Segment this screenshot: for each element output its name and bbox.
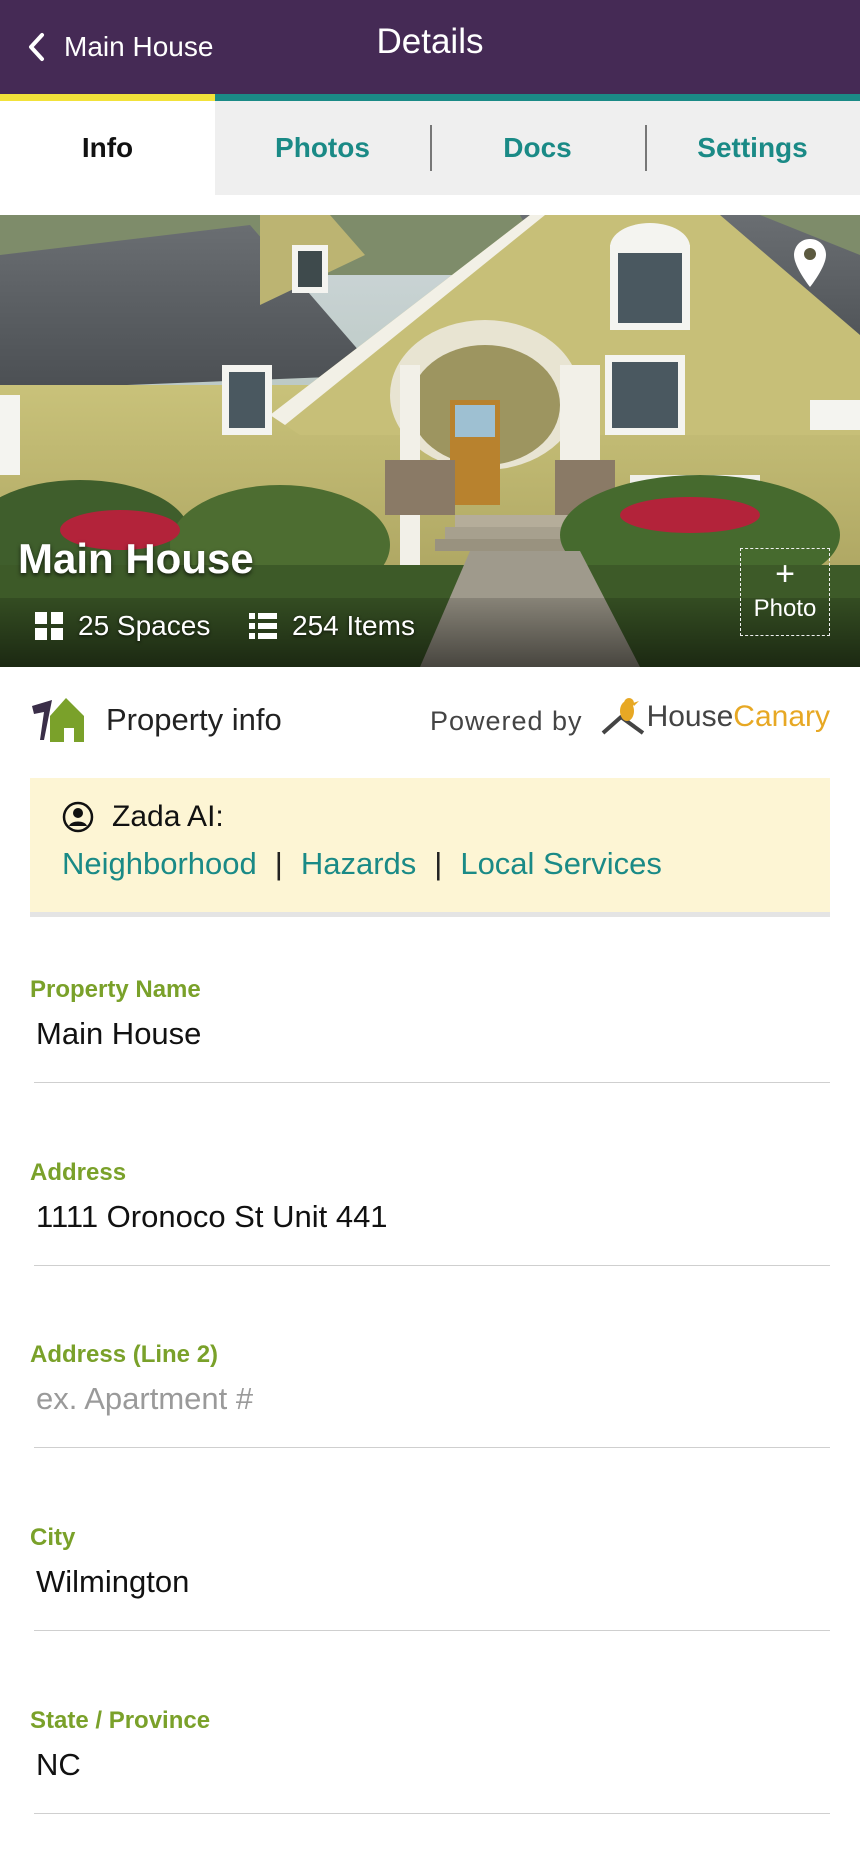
property-name-input[interactable] xyxy=(36,1016,830,1052)
tab-info-label: Info xyxy=(81,132,134,163)
tab-accent-bar xyxy=(215,94,860,101)
property-name-field: Property Name xyxy=(30,976,830,1083)
city-field: City xyxy=(30,1524,830,1631)
tab-settings-label: Settings xyxy=(697,132,808,163)
active-tab-indicator xyxy=(0,94,215,101)
address-label: Address xyxy=(30,1159,127,1186)
tab-photos[interactable]: Photos xyxy=(215,101,430,195)
housecanary-logo-icon xyxy=(601,697,644,735)
link-separator: | xyxy=(274,846,283,881)
tab-bar: Info Photos Docs Settings xyxy=(0,101,860,195)
property-logo-icon xyxy=(32,698,84,742)
add-photo-button[interactable]: + Photo xyxy=(740,548,830,636)
address-line2-label: Address (Line 2) xyxy=(30,1341,219,1368)
address-input[interactable] xyxy=(36,1199,830,1235)
brand-canary: Canary xyxy=(733,699,830,733)
field-underline xyxy=(34,1082,830,1083)
items-label: 254 Items xyxy=(292,610,415,641)
tab-settings[interactable]: Settings xyxy=(645,101,860,195)
property-name-label: Property Name xyxy=(30,976,201,1003)
state-field: State / Province xyxy=(30,1707,830,1814)
page-title: Details xyxy=(376,22,484,61)
map-pin-icon[interactable] xyxy=(792,237,828,289)
spaces-count[interactable]: 25 Spaces xyxy=(34,610,210,642)
plus-icon: + xyxy=(775,555,795,593)
tab-photos-label: Photos xyxy=(275,132,370,163)
tab-docs-label: Docs xyxy=(503,132,572,163)
tab-divider xyxy=(430,125,432,171)
powered-by-housecanary[interactable]: Powered by House Canary xyxy=(430,696,830,737)
property-title: Main House xyxy=(18,535,254,582)
address-line2-input[interactable] xyxy=(36,1381,830,1417)
zada-links: Neighborhood | Hazards | Local Services xyxy=(62,846,662,882)
link-separator: | xyxy=(434,846,443,881)
property-info-label: Property info xyxy=(106,702,282,737)
tab-divider xyxy=(645,125,647,171)
field-underline xyxy=(34,1265,830,1266)
field-underline xyxy=(34,1813,830,1814)
grid-icon xyxy=(35,612,63,640)
app-header: Main House Details xyxy=(0,0,860,94)
tab-info[interactable]: Info xyxy=(0,101,215,195)
items-count[interactable]: 254 Items xyxy=(248,610,415,642)
city-input[interactable] xyxy=(36,1564,830,1600)
spaces-label: 25 Spaces xyxy=(78,610,211,641)
field-underline xyxy=(34,1447,830,1448)
brand-house: House xyxy=(646,699,734,733)
tab-docs[interactable]: Docs xyxy=(430,101,645,195)
zada-title: Zada AI: xyxy=(112,800,224,833)
neighborhood-link[interactable]: Neighborhood xyxy=(62,846,257,882)
city-label: City xyxy=(30,1524,76,1551)
address-line2-field: Address (Line 2) xyxy=(30,1341,830,1448)
property-hero: Main House 25 Spaces 254 Items + Photo xyxy=(0,215,860,667)
property-info-row: Property info Powered by House Canary xyxy=(30,690,830,750)
zada-ai-card: Zada AI: Neighborhood | Hazards | Local … xyxy=(30,778,830,912)
state-input[interactable] xyxy=(36,1747,830,1783)
hazards-link[interactable]: Hazards xyxy=(301,846,416,882)
local-services-link[interactable]: Local Services xyxy=(460,846,662,882)
address-field: Address xyxy=(30,1159,830,1266)
state-label: State / Province xyxy=(30,1707,211,1734)
user-circle-icon xyxy=(62,801,94,833)
add-photo-label: Photo xyxy=(753,595,817,622)
list-icon xyxy=(249,613,277,639)
field-underline xyxy=(34,1630,830,1631)
zada-header: Zada AI: xyxy=(62,800,224,834)
powered-by-label: Powered by xyxy=(429,706,583,736)
